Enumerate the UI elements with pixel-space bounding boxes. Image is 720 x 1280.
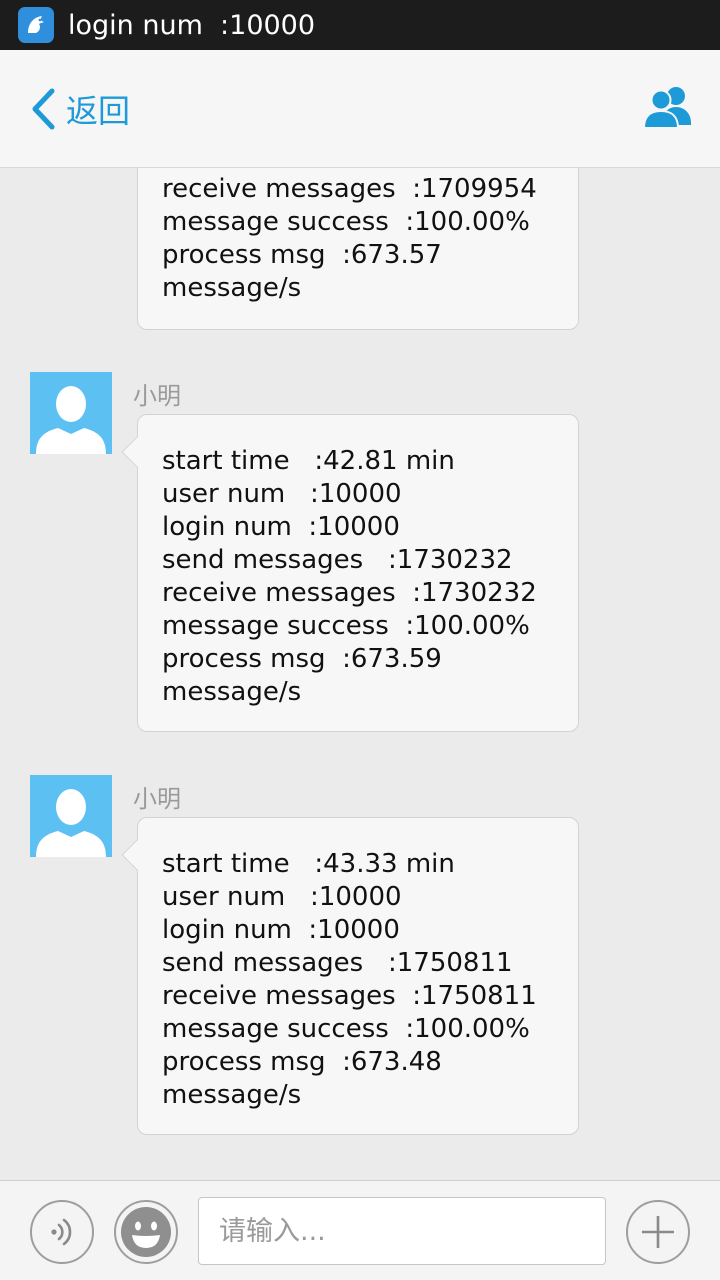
- message-input[interactable]: [198, 1197, 606, 1265]
- avatar[interactable]: [30, 775, 112, 857]
- message-line: process msg :673.59: [162, 644, 442, 674]
- emoji-button[interactable]: [114, 1200, 178, 1264]
- message-line: start time :43.33 min: [162, 849, 455, 879]
- avatar[interactable]: [30, 372, 112, 454]
- user-silhouette-icon: [36, 789, 106, 857]
- chat-message-list[interactable]: receive messages :1709954 message succes…: [0, 168, 720, 1180]
- notification-text: login num :10000: [68, 9, 316, 41]
- message-line: process msg :673.48: [162, 1047, 442, 1077]
- status-bar: login num :10000: [0, 0, 720, 50]
- message-line: start time :42.81 min: [162, 446, 455, 476]
- message-line: message success :100.00%: [162, 207, 530, 237]
- message-line: message success :100.00%: [162, 1014, 530, 1044]
- add-button[interactable]: [626, 1200, 690, 1264]
- message-line: receive messages :1750811: [162, 981, 537, 1011]
- message-bubble[interactable]: start time :43.33 min user num :10000 lo…: [121, 817, 579, 1135]
- user-silhouette-icon: [36, 386, 106, 454]
- chat-header: 返回: [0, 50, 720, 168]
- message-line: message/s: [162, 273, 302, 303]
- sender-name: 小明: [133, 382, 181, 410]
- message-bubble[interactable]: receive messages :1709954 message succes…: [137, 168, 579, 330]
- input-bar: [0, 1180, 720, 1280]
- back-label: 返回: [66, 91, 131, 130]
- message-line: user num :10000: [162, 882, 402, 912]
- smiley-icon: [121, 1207, 171, 1257]
- app-bird-icon: [18, 7, 54, 43]
- contacts-button[interactable]: [642, 85, 694, 133]
- sender-name: 小明: [133, 785, 181, 813]
- message-bubble[interactable]: start time :42.81 min user num :10000 lo…: [121, 414, 579, 732]
- bubble-tail: [121, 839, 153, 871]
- voice-button[interactable]: [30, 1200, 94, 1264]
- back-button[interactable]: 返回: [30, 86, 130, 132]
- message-line: message/s: [162, 677, 302, 707]
- message-line: user num :10000: [162, 479, 402, 509]
- chevron-left-icon: [32, 88, 55, 129]
- message-line: process msg :673.57: [162, 240, 442, 270]
- message-line: login num :10000: [162, 512, 400, 542]
- message-line: message/s: [162, 1080, 302, 1110]
- message-line: login num :10000: [162, 915, 400, 945]
- plus-icon: [642, 1216, 674, 1248]
- bubble-tail: [121, 436, 153, 468]
- message-line: send messages :1730232: [162, 545, 513, 575]
- message-line: receive messages :1709954: [162, 174, 537, 204]
- message-line: send messages :1750811: [162, 948, 513, 978]
- message-line: receive messages :1730232: [162, 578, 537, 608]
- message-line: message success :100.00%: [162, 611, 530, 641]
- voice-icon: [51, 1218, 72, 1246]
- contacts-icon: [642, 86, 691, 129]
